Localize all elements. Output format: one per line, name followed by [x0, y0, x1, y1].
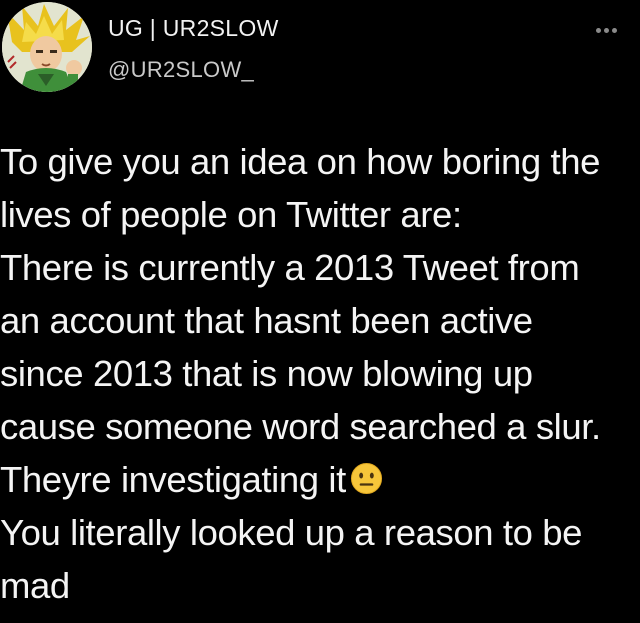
tweet-card: UG | UR2SLOW @UR2SLOW_ To give you an id… [0, 0, 640, 623]
more-horizontal-icon [595, 27, 601, 33]
anime-character-avatar-icon [2, 2, 92, 92]
tweet-line: cause someone word searched a slur. [0, 406, 601, 447]
tweet-line: an account that hasnt been active [0, 300, 533, 341]
more-horizontal-icon-dot [603, 27, 609, 33]
tweet-text: To give you an idea on how boring the li… [0, 135, 636, 612]
tweet-line-with-emoji: Theyre investigating it [0, 453, 636, 506]
user-handle[interactable]: @UR2SLOW_ [108, 56, 279, 84]
more-options-button[interactable] [586, 18, 626, 42]
tweet-line: mad [0, 565, 70, 606]
display-name[interactable]: UG | UR2SLOW [108, 14, 279, 42]
tweet-line: There is currently a 2013 Tweet from [0, 247, 580, 288]
tweet-line: To give you an idea on how boring the [0, 141, 601, 182]
tweet-header: UG | UR2SLOW @UR2SLOW_ [0, 0, 640, 100]
tweet-line: since 2013 that is now blowing up [0, 353, 533, 394]
tweet-line: Theyre investigating it [0, 459, 346, 500]
tweet-line: You literally looked up a reason to be [0, 512, 583, 553]
more-horizontal-icon-dot [611, 27, 617, 33]
user-names: UG | UR2SLOW @UR2SLOW_ [108, 14, 279, 84]
neutral-face-emoji-icon [350, 462, 383, 495]
tweet-line: lives of people on Twitter are: [0, 194, 462, 235]
avatar[interactable] [2, 2, 92, 92]
